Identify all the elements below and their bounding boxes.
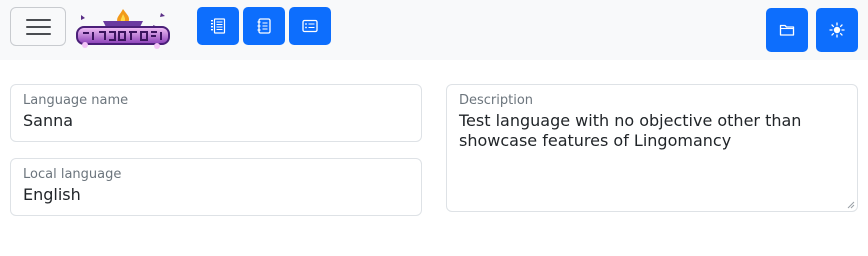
app-logo[interactable] bbox=[73, 5, 173, 51]
sun-icon bbox=[829, 22, 845, 38]
language-name-label: Language name bbox=[23, 93, 129, 108]
list-view-icon bbox=[211, 18, 226, 34]
card-list-button[interactable] bbox=[289, 7, 331, 45]
language-name-field[interactable]: Language name Sanna bbox=[10, 84, 422, 142]
hamburger-menu-icon bbox=[26, 19, 51, 21]
description-field[interactable]: Description Test language with no object… bbox=[446, 84, 858, 212]
description-label: Description bbox=[459, 93, 534, 108]
local-language-label: Local language bbox=[23, 167, 122, 182]
resize-grip-icon[interactable] bbox=[847, 201, 855, 209]
navbar bbox=[0, 0, 868, 60]
list-view-button[interactable] bbox=[197, 7, 239, 45]
notebook-button[interactable] bbox=[243, 7, 285, 45]
description-textarea[interactable]: Test language with no objective other th… bbox=[459, 111, 845, 151]
notebook-icon bbox=[257, 18, 271, 34]
folder-icon bbox=[779, 24, 795, 36]
theme-toggle-button[interactable] bbox=[816, 8, 858, 52]
open-folder-button[interactable] bbox=[766, 8, 808, 52]
menu-toggle-button[interactable] bbox=[10, 7, 66, 46]
local-language-value[interactable]: English bbox=[23, 185, 81, 204]
language-name-value[interactable]: Sanna bbox=[23, 111, 73, 130]
card-list-icon bbox=[302, 19, 318, 33]
local-language-field[interactable]: Local language English bbox=[10, 158, 422, 216]
